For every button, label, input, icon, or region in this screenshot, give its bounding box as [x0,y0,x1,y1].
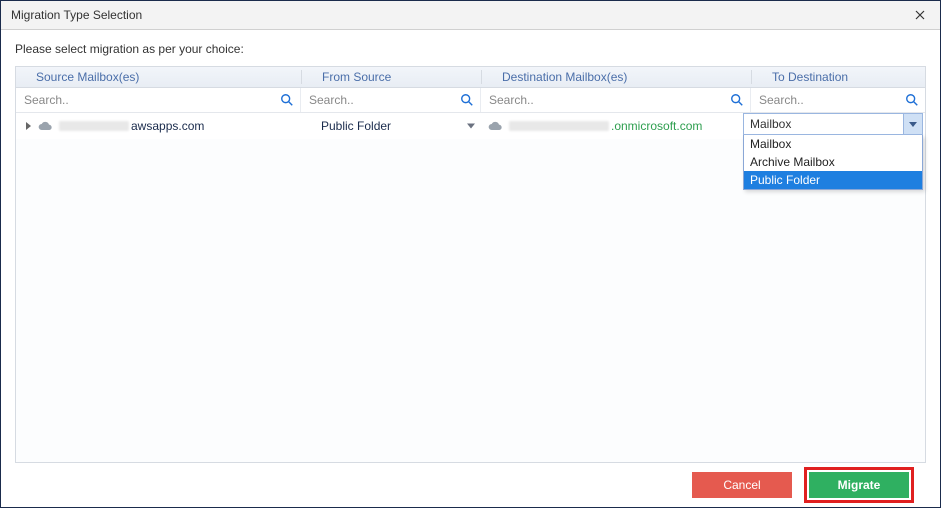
redacted-text [59,121,129,131]
grid-header: Source Mailbox(es) From Source Destinati… [16,67,925,88]
to-destination-combo: Mailbox Mailbox Archive Mailbox Public F… [743,113,923,190]
to-destination-options: Mailbox Archive Mailbox Public Folder [743,135,923,190]
search-from-source[interactable] [301,88,480,112]
mapping-row: awsapps.com Public Folder .onmicrosoft.c… [16,113,925,139]
migrate-button[interactable]: Migrate [809,472,909,498]
instruction-text: Please select migration as per your choi… [15,42,926,56]
search-destination-mailboxes[interactable] [481,88,750,112]
search-source-mailboxes-cell [16,88,301,112]
chevron-down-icon [909,122,917,127]
destination-mailbox-cell[interactable]: .onmicrosoft.com [481,113,751,139]
expand-icon[interactable] [26,122,31,130]
combo-dropdown-button[interactable] [903,114,922,134]
cancel-button[interactable]: Cancel [692,472,792,498]
combo-option-public-folder[interactable]: Public Folder [744,171,922,189]
to-destination-selected: Mailbox [750,117,791,131]
source-mailbox-cell[interactable]: awsapps.com [16,113,301,139]
migrate-highlight: Migrate [804,467,914,503]
search-to-destination-cell [751,88,925,112]
cloud-icon [487,120,503,132]
search-from-source-cell [301,88,481,112]
to-destination-cell: Mailbox Mailbox Archive Mailbox Public F… [751,113,925,139]
combo-option-mailbox[interactable]: Mailbox [744,135,922,153]
chevron-down-icon [467,124,475,129]
grid-search-row [16,88,925,113]
header-from-source[interactable]: From Source [301,70,481,84]
close-button[interactable] [906,4,934,26]
search-source-mailboxes[interactable] [16,88,300,112]
search-destination-mailboxes-cell [481,88,751,112]
header-source-mailboxes[interactable]: Source Mailbox(es) [16,70,301,84]
cloud-icon [37,120,53,132]
header-destination-mailboxes[interactable]: Destination Mailbox(es) [481,70,751,84]
content-area: Please select migration as per your choi… [1,30,940,507]
combo-option-archive-mailbox[interactable]: Archive Mailbox [744,153,922,171]
destination-domain: .onmicrosoft.com [611,119,702,133]
redacted-text [509,121,609,131]
from-source-cell[interactable]: Public Folder [301,113,481,139]
titlebar: Migration Type Selection [1,1,940,30]
mapping-grid: Source Mailbox(es) From Source Destinati… [15,66,926,463]
header-to-destination[interactable]: To Destination [751,70,925,84]
from-source-value: Public Folder [307,119,391,133]
close-icon [915,10,925,20]
search-to-destination[interactable] [751,88,925,112]
migration-type-selection-dialog: Migration Type Selection Please select m… [0,0,941,508]
to-destination-select[interactable]: Mailbox [743,113,923,135]
window-title: Migration Type Selection [11,8,142,22]
source-domain: awsapps.com [131,119,204,133]
dialog-footer: Cancel Migrate [15,463,926,507]
